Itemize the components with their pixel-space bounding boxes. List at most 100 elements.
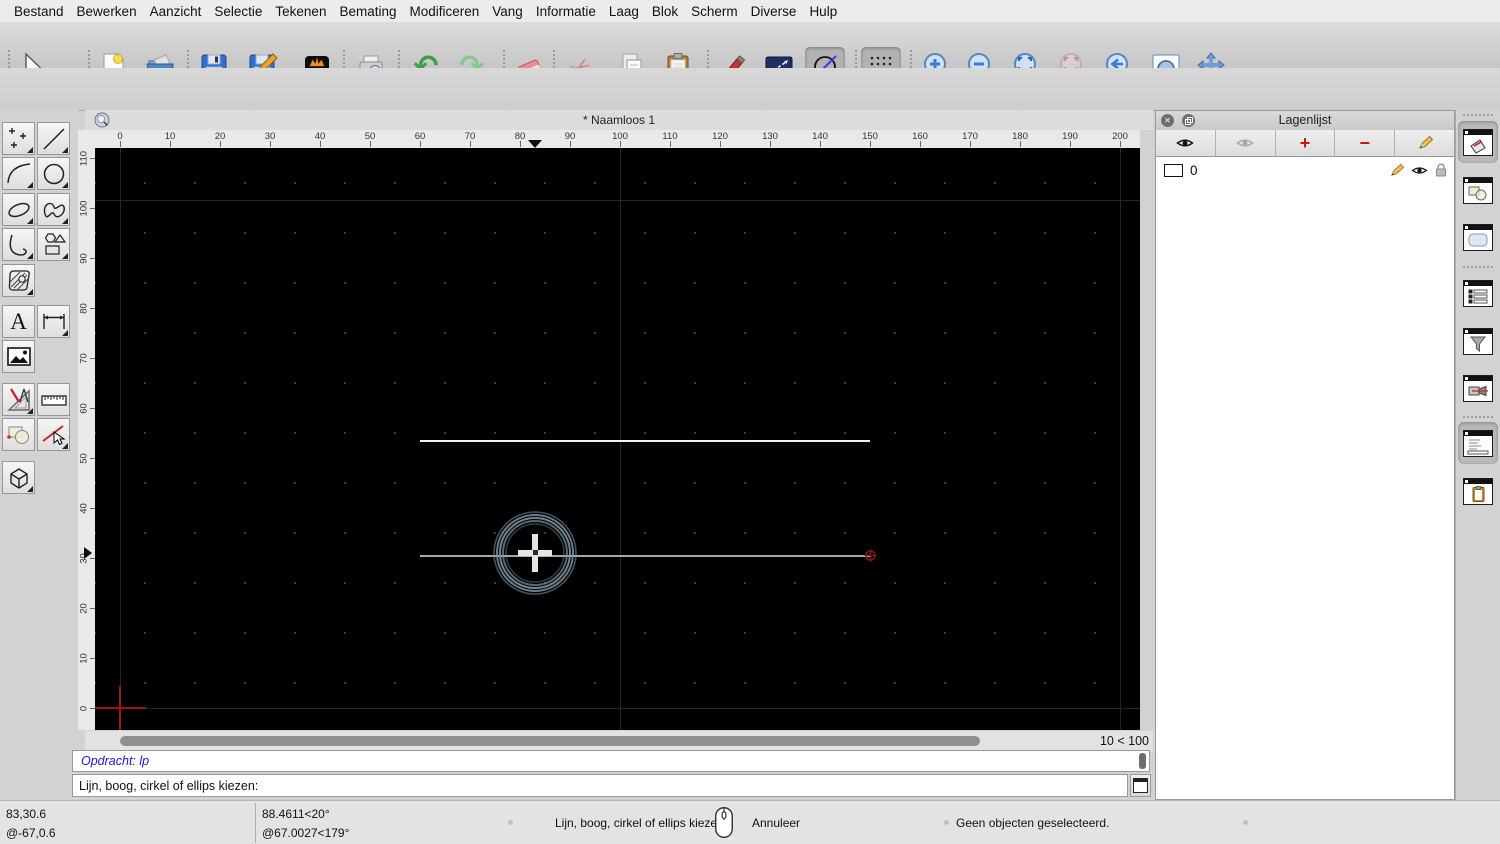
menu-item-hulp[interactable]: Hulp xyxy=(809,4,837,19)
statusbar-dot xyxy=(508,820,513,825)
add-layer-button[interactable]: + xyxy=(1275,130,1336,157)
command-prompt-label: Lijn, boog, cirkel of ellips kiezen: xyxy=(79,778,259,793)
clipboard-panel-button[interactable] xyxy=(1458,470,1498,512)
menu-item-selectie[interactable]: Selectie xyxy=(214,4,262,19)
vruler-label: 0 xyxy=(78,705,90,711)
menu-item-bemating[interactable]: Bemating xyxy=(339,4,396,19)
zoom-indicator: 10 < 100 xyxy=(1099,734,1149,748)
flyout-corner xyxy=(27,289,33,295)
drawing-canvas[interactable] xyxy=(95,148,1140,730)
command-history-text: Opdracht: lp xyxy=(81,754,150,768)
layer-row[interactable]: 0 xyxy=(1156,159,1454,181)
cursor-coords-relative: @-67,0.6 xyxy=(6,826,56,840)
menu-item-tekenen[interactable]: Tekenen xyxy=(275,4,326,19)
hruler-tick xyxy=(1070,141,1071,147)
command-row: Lijn, boog, cirkel of ellips kiezen: xyxy=(72,774,1128,797)
hruler-tick xyxy=(670,141,671,147)
hruler-tick xyxy=(470,141,471,147)
hscrollbar-thumb[interactable] xyxy=(120,736,980,746)
crosshair-center xyxy=(532,550,538,556)
ruler-tool-icon xyxy=(40,394,67,406)
ellipse-tool-button[interactable] xyxy=(2,193,35,226)
vruler-label: 70 xyxy=(78,352,90,364)
remove-layer-button[interactable]: − xyxy=(1335,130,1396,157)
menu-item-blok[interactable]: Blok xyxy=(652,4,678,19)
box3d-tool-button[interactable] xyxy=(2,461,35,494)
bar-grip xyxy=(1463,114,1493,116)
hruler-cursor-marker xyxy=(528,140,542,148)
show-all-layers-button[interactable] xyxy=(1156,130,1216,157)
points-tool-button[interactable] xyxy=(2,122,35,155)
vruler-label: 50 xyxy=(78,452,90,464)
line-endpoint-marker xyxy=(864,549,876,562)
edit-layer-button[interactable] xyxy=(1395,130,1454,157)
list-panel-button[interactable] xyxy=(1458,272,1498,314)
menu-item-bewerken[interactable]: Bewerken xyxy=(77,4,137,19)
curve-tool-button[interactable] xyxy=(2,228,35,261)
statusbar-dot xyxy=(944,820,949,825)
ruler-tool-button[interactable] xyxy=(37,383,70,416)
layer-visibility-toggle[interactable] xyxy=(1411,165,1428,176)
circle-tool-button[interactable] xyxy=(37,157,70,190)
vruler-label: 80 xyxy=(78,302,90,314)
flyout-corner xyxy=(62,330,68,336)
properties-panel-button[interactable] xyxy=(1458,216,1498,258)
app-window: Bestand Bewerken Aanzicht Selectie Tekenen Be… xyxy=(0,0,1500,844)
horizontal-scrollbar: 10 < 100 xyxy=(85,731,1153,752)
menu-item-vang[interactable]: Vang xyxy=(492,4,523,19)
layer-lock-toggle[interactable] xyxy=(1435,163,1447,177)
menu-item-laag[interactable]: Laag xyxy=(609,4,639,19)
eye-icon xyxy=(1411,166,1428,174)
hruler-tick xyxy=(820,141,821,147)
hruler-tick xyxy=(1120,141,1121,147)
selection-status: Geen objecten geselecteerd. xyxy=(956,816,1110,830)
projector-panel-button[interactable] xyxy=(1458,367,1498,409)
shapes-panel-button[interactable] xyxy=(1458,169,1498,211)
left-click-hint: Lijn, boog, cirkel of ellips kiezen xyxy=(555,816,724,830)
layer-color-swatch[interactable] xyxy=(1164,163,1183,177)
line-tool-button[interactable] xyxy=(37,122,70,155)
hatch-tool-button[interactable] xyxy=(2,264,35,297)
filter-panel-button[interactable] xyxy=(1458,320,1498,362)
command-input[interactable] xyxy=(264,775,1127,796)
hruler-tick xyxy=(270,141,271,147)
command-panel-button[interactable] xyxy=(1458,422,1498,464)
spline-tool-button[interactable] xyxy=(37,193,70,226)
flyout-corner xyxy=(27,408,33,414)
text-tool-button[interactable]: A xyxy=(2,305,35,338)
dimension-tool-button[interactable] xyxy=(37,305,70,338)
hruler-tick xyxy=(370,141,371,147)
layer-edit-button[interactable] xyxy=(1389,163,1404,178)
gridline-x200 xyxy=(1120,148,1121,730)
text-tool-icon: A xyxy=(10,309,27,334)
command-history-scrollbar[interactable] xyxy=(1139,753,1146,769)
transform-tool-button[interactable] xyxy=(2,418,35,451)
shapes-panel-icon xyxy=(1463,176,1493,204)
arc-tool-button[interactable] xyxy=(2,157,35,190)
layers-panel-button[interactable] xyxy=(1458,121,1498,163)
trim-tool-button[interactable] xyxy=(37,418,70,451)
properties-panel-icon xyxy=(1463,223,1493,251)
image-tool-button[interactable] xyxy=(2,340,35,373)
menu-item-bestand[interactable]: Bestand xyxy=(14,4,64,19)
menu-item-informatie[interactable]: Informatie xyxy=(536,4,596,19)
lock-icon xyxy=(1436,163,1446,177)
menu-item-aanzicht[interactable]: Aanzicht xyxy=(150,4,202,19)
menu-item-diverse[interactable]: Diverse xyxy=(751,4,797,19)
shapes-tool-button[interactable] xyxy=(37,228,70,261)
hide-all-layers-button[interactable] xyxy=(1215,130,1276,157)
plus-icon: + xyxy=(1299,132,1311,153)
command-panel-toggle-button[interactable] xyxy=(1130,774,1151,797)
cursor-coords-absolute: 83,30.6 xyxy=(6,807,47,821)
menu-item-modificeren[interactable]: Modificeren xyxy=(410,4,480,19)
drafting-tool-button[interactable] xyxy=(2,383,35,416)
pencil-icon xyxy=(1418,135,1433,149)
panel-toggle-bar xyxy=(1455,110,1500,800)
vruler-label: 90 xyxy=(78,252,90,264)
layers-panel: ✕ Lagenlijst + − 0 xyxy=(1155,110,1455,800)
eye-dim-icon xyxy=(1236,139,1254,147)
vruler-label: 100 xyxy=(78,200,90,216)
menu-item-scherm[interactable]: Scherm xyxy=(691,4,738,19)
vruler-label: 60 xyxy=(78,402,90,414)
menu-bar: Bestand Bewerken Aanzicht Selectie Tekenen Be… xyxy=(0,0,1500,23)
